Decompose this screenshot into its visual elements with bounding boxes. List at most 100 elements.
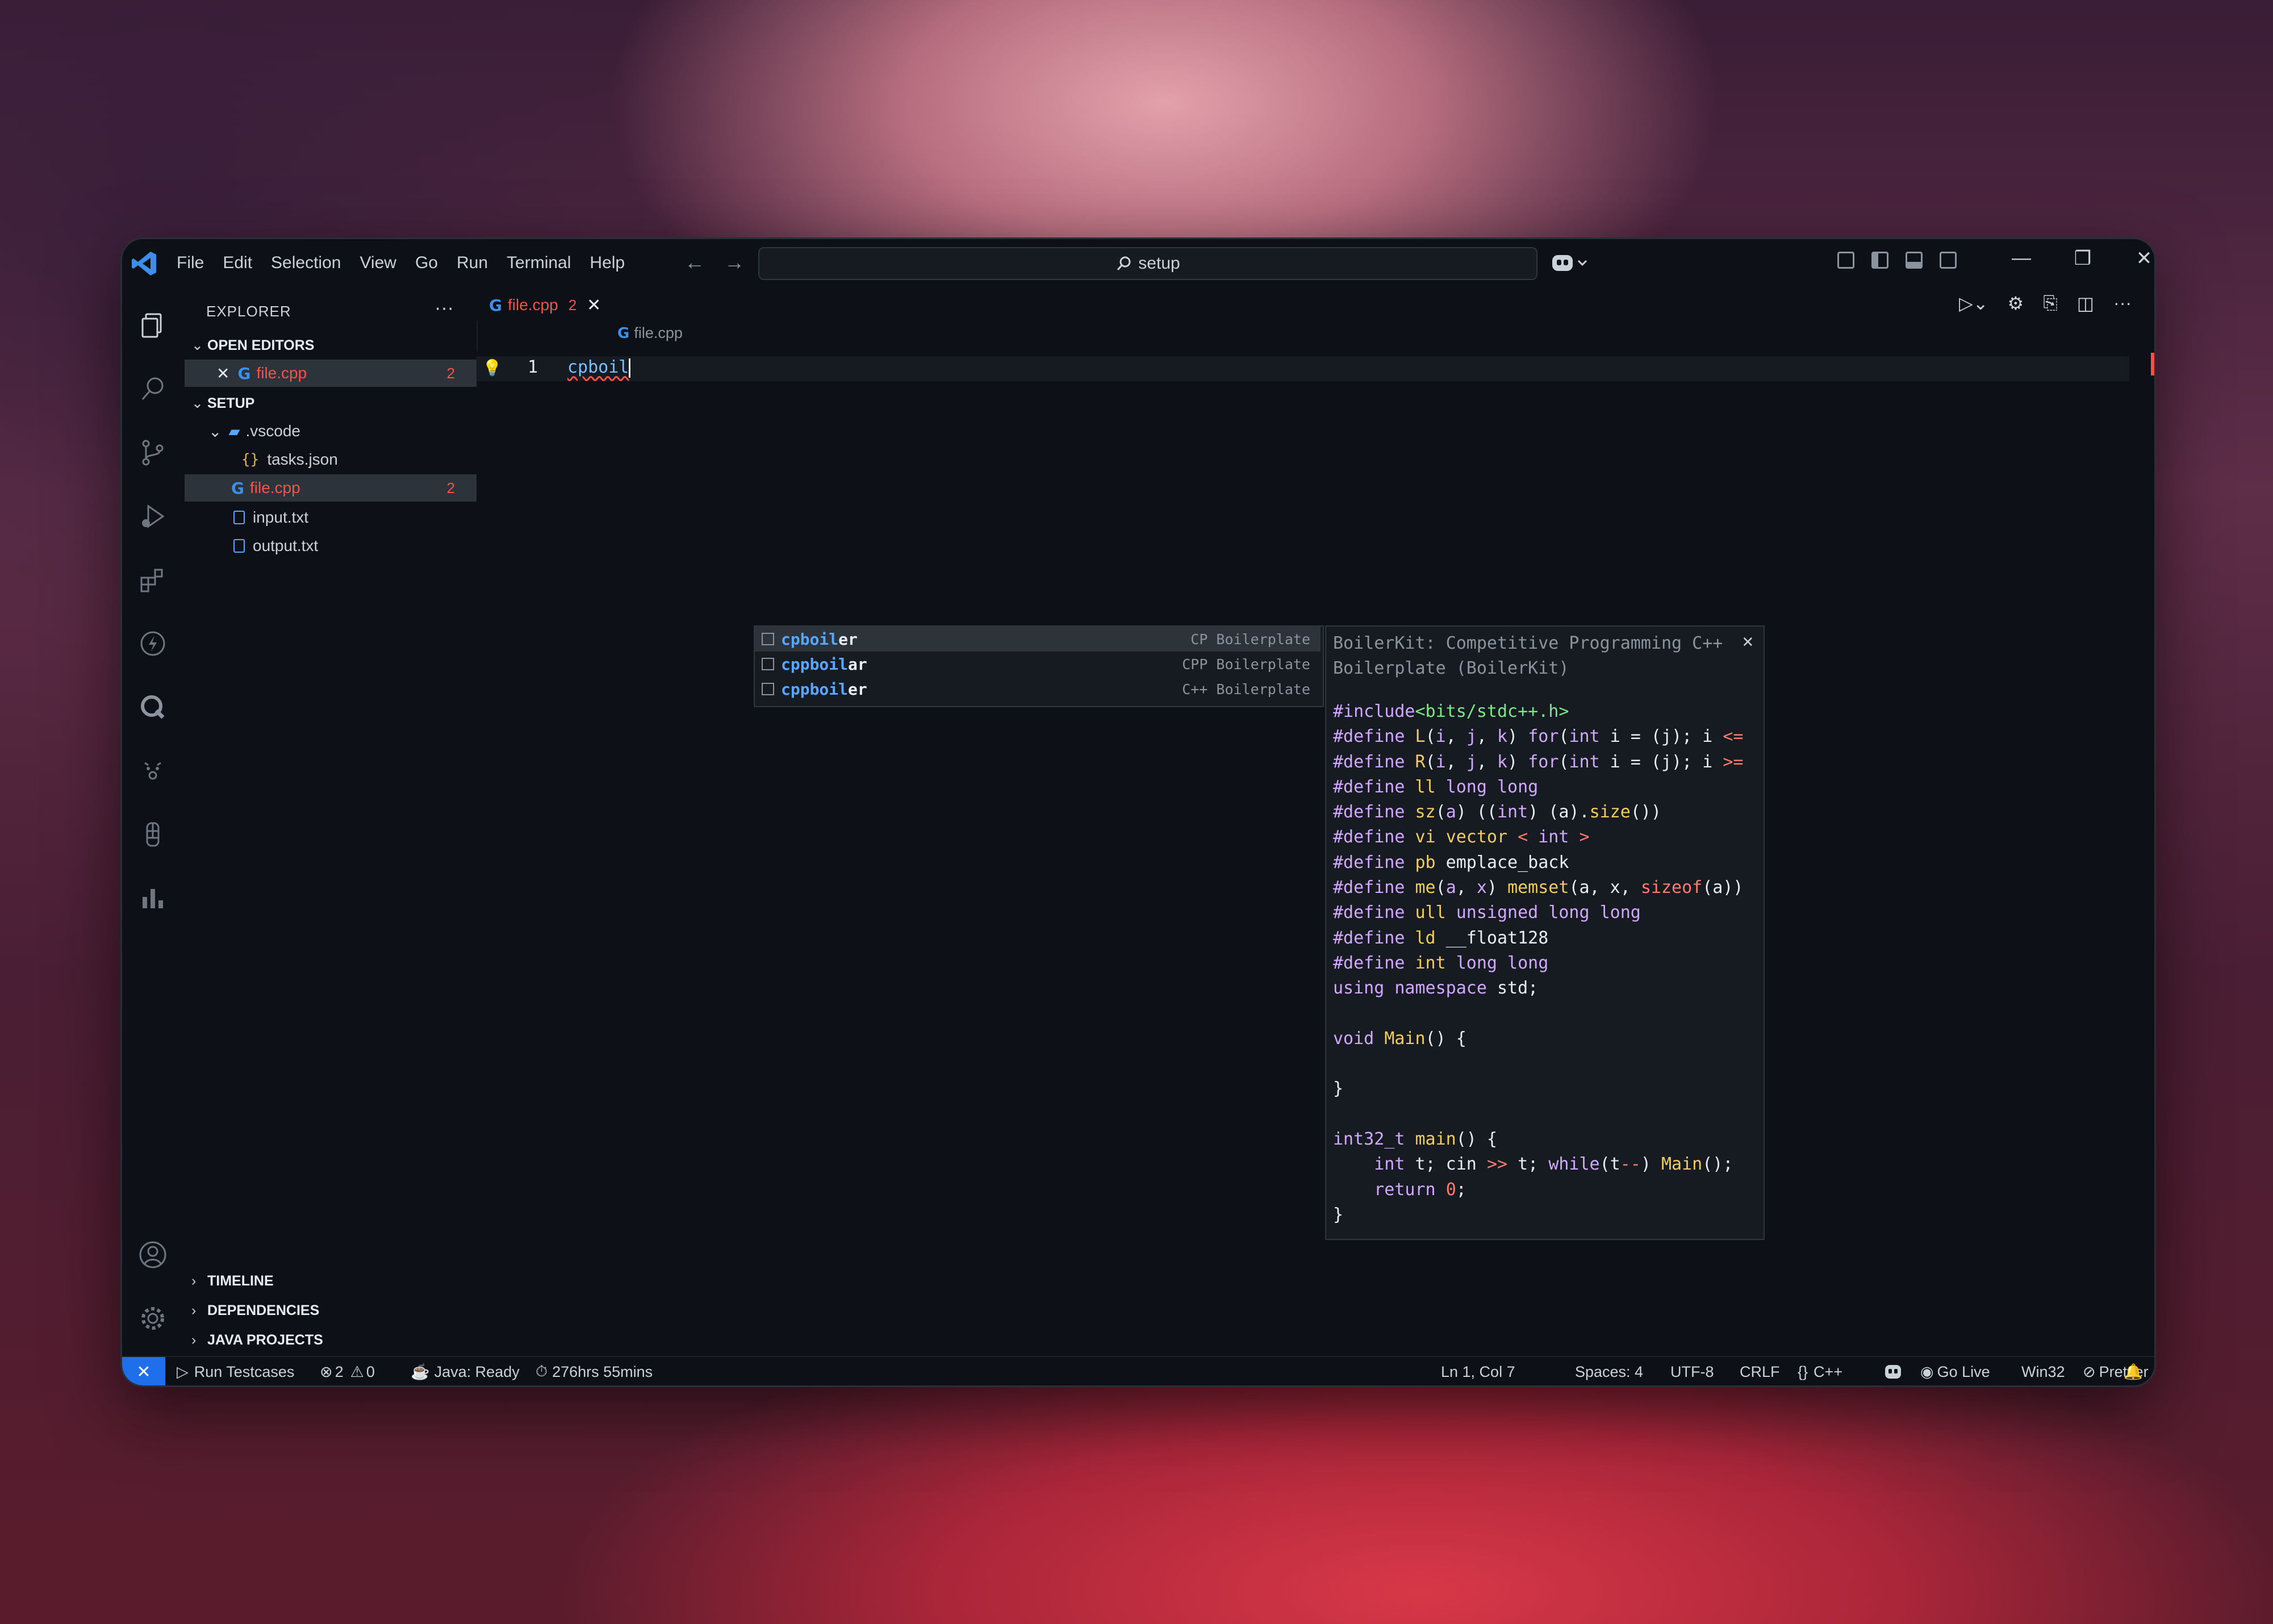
timeline-section[interactable]: › TIMELINE — [191, 1273, 274, 1289]
account-icon[interactable] — [136, 1238, 170, 1272]
platform-status[interactable]: Win32 — [2021, 1357, 2065, 1385]
stats-icon[interactable] — [136, 881, 170, 915]
file-cpp[interactable]: G file.cpp 2 — [185, 474, 477, 502]
stopwatch-icon: ⏱ — [536, 1363, 548, 1380]
remote-indicator-icon[interactable]: ✕ — [122, 1357, 165, 1385]
run-testcases-button[interactable]: ▷ Run Testcases — [177, 1357, 294, 1385]
prettier-disabled-icon: ⊘ — [2083, 1363, 2096, 1380]
text-file-icon — [233, 539, 245, 553]
toggle-primary-sidebar-icon[interactable] — [1871, 252, 1888, 269]
file-input-txt[interactable]: input.txt — [185, 504, 477, 531]
extensions-icon[interactable] — [136, 563, 170, 597]
command-center-search[interactable]: setup — [758, 247, 1537, 280]
menu-edit[interactable]: Edit — [223, 253, 252, 273]
eol-status[interactable]: CRLF — [1740, 1357, 1780, 1385]
suggestion-item[interactable]: cpboil er CP Boilerplate — [755, 627, 1321, 652]
close-details-icon[interactable]: ✕ — [1743, 630, 1753, 652]
folder-vscode[interactable]: ⌄ ▰ .vscode — [185, 418, 477, 445]
language-mode[interactable]: {} C++ — [1798, 1357, 1842, 1385]
settings-gear-icon[interactable] — [136, 1301, 170, 1335]
warning-icon: ⚠ — [350, 1363, 364, 1380]
copilot-status-icon[interactable] — [1884, 1357, 1902, 1385]
tab-file-cpp[interactable]: G file.cpp 2 ✕ — [477, 287, 612, 322]
menu-file[interactable]: File — [177, 253, 204, 273]
open-editor-item[interactable]: ✕ G file.cpp 2 — [185, 360, 477, 387]
search-icon[interactable] — [136, 372, 170, 406]
database-client-icon[interactable] — [136, 690, 170, 724]
toggle-secondary-sidebar-icon[interactable] — [1940, 252, 1957, 269]
window-controls: — ❐ ✕ — [1991, 247, 2154, 270]
title-bar: File Edit Selection View Go Run Terminal… — [122, 239, 2154, 287]
menu-selection[interactable]: Selection — [271, 253, 341, 273]
problems-badge: 2 — [446, 364, 455, 382]
broadcast-icon: ◉ — [1920, 1363, 1934, 1380]
snippet-icon — [762, 658, 774, 670]
indentation-status[interactable]: Spaces: 4 — [1575, 1357, 1643, 1385]
run-code-icon[interactable]: ▷⌄ — [1959, 293, 1988, 314]
code-text[interactable]: cpboil — [567, 357, 631, 378]
vscode-window: File Edit Selection View Go Run Terminal… — [120, 237, 2156, 1387]
status-bar: ✕ ▷ Run Testcases ⊗ 2 ⚠ 0 ☕ Java: Ready … — [122, 1356, 2154, 1385]
suggestion-item[interactable]: cppboil ar CPP Boilerplate — [755, 652, 1321, 677]
code-editor[interactable]: 💡 1 cpboil — [477, 350, 2154, 1362]
close-editor-icon[interactable]: ✕ — [216, 364, 229, 383]
java-status[interactable]: ☕ Java: Ready — [411, 1357, 520, 1385]
chevron-down-icon: ⌄ — [191, 337, 203, 353]
suggestion-item[interactable]: cppboil er C++ Boilerplate — [755, 677, 1321, 702]
figma-icon[interactable] — [136, 817, 170, 851]
customize-layout-icon[interactable] — [1837, 252, 1854, 269]
search-icon — [1117, 256, 1131, 270]
menu-run[interactable]: Run — [457, 253, 488, 273]
lightning-icon[interactable] — [136, 627, 170, 661]
snippet-icon — [762, 633, 774, 645]
minimize-icon[interactable]: — — [1991, 247, 2052, 270]
source-control-icon[interactable] — [136, 436, 170, 470]
forward-arrow-icon[interactable]: → — [724, 251, 745, 274]
folder-icon: ▰ — [228, 422, 240, 440]
copilot-icon[interactable] — [1551, 252, 1591, 274]
split-editor-icon[interactable]: ◫ — [2077, 293, 2094, 314]
lightbulb-icon[interactable]: 💡 — [482, 358, 502, 377]
error-icon: ⊗ — [320, 1363, 333, 1380]
settings-icon[interactable]: ⚙ — [2008, 293, 2024, 314]
cpp-file-icon: G — [237, 364, 251, 383]
open-editors-section[interactable]: ⌄ OPEN EDITORS — [191, 337, 314, 354]
chevron-down-icon: ⌄ — [191, 395, 203, 411]
run-debug-icon[interactable] — [136, 499, 170, 533]
problems-status[interactable]: ⊗ 2 ⚠ 0 — [320, 1357, 375, 1385]
file-output-txt[interactable]: output.txt — [185, 532, 477, 560]
close-tab-icon[interactable]: ✕ — [587, 295, 601, 315]
menu-view[interactable]: View — [360, 253, 396, 273]
problems-badge: 2 — [446, 479, 455, 496]
more-actions-icon[interactable]: ··· — [434, 297, 454, 319]
file-tasks-json[interactable]: {} tasks.json — [185, 446, 477, 473]
play-icon: ▷ — [177, 1363, 189, 1380]
scrollbar-error-marker[interactable] — [2151, 353, 2154, 375]
testing-icon[interactable] — [136, 754, 170, 788]
menu-terminal[interactable]: Terminal — [507, 253, 571, 273]
encoding-status[interactable]: UTF-8 — [1670, 1357, 1714, 1385]
notifications-bell-icon[interactable]: 🔔 — [2124, 1357, 2143, 1385]
menu-help[interactable]: Help — [590, 253, 625, 273]
dependencies-section[interactable]: › DEPENDENCIES — [191, 1302, 319, 1319]
workspace-section[interactable]: ⌄ SETUP — [191, 395, 254, 412]
toggle-panel-icon[interactable] — [1906, 252, 1923, 269]
open-preview-icon[interactable]: ⎘ — [2043, 293, 2058, 314]
cursor-position[interactable]: Ln 1, Col 7 — [1441, 1357, 1515, 1385]
text-file-icon — [233, 511, 245, 524]
breadcrumb[interactable]: G file.cpp — [477, 324, 683, 342]
activity-bar — [122, 287, 185, 1362]
close-icon[interactable]: ✕ — [2113, 247, 2154, 270]
more-actions-icon[interactable]: ··· — [2113, 293, 2132, 314]
restore-icon[interactable]: ❐ — [2052, 247, 2113, 270]
explorer-icon[interactable] — [136, 308, 170, 343]
cpp-file-icon: G — [489, 295, 502, 315]
navigation-arrows: ← → — [684, 251, 758, 274]
time-tracker[interactable]: ⏱ 276hrs 55mins — [536, 1357, 653, 1385]
java-projects-section[interactable]: › JAVA PROJECTS — [191, 1332, 323, 1349]
tab-problems-badge: 2 — [568, 296, 577, 314]
back-arrow-icon[interactable]: ← — [684, 251, 705, 274]
menu-go[interactable]: Go — [415, 253, 438, 273]
suggestion-details: BoilerKit: Competitive Programming C++ B… — [1325, 625, 1765, 1240]
go-live-button[interactable]: ◉ Go Live — [1920, 1357, 1990, 1385]
